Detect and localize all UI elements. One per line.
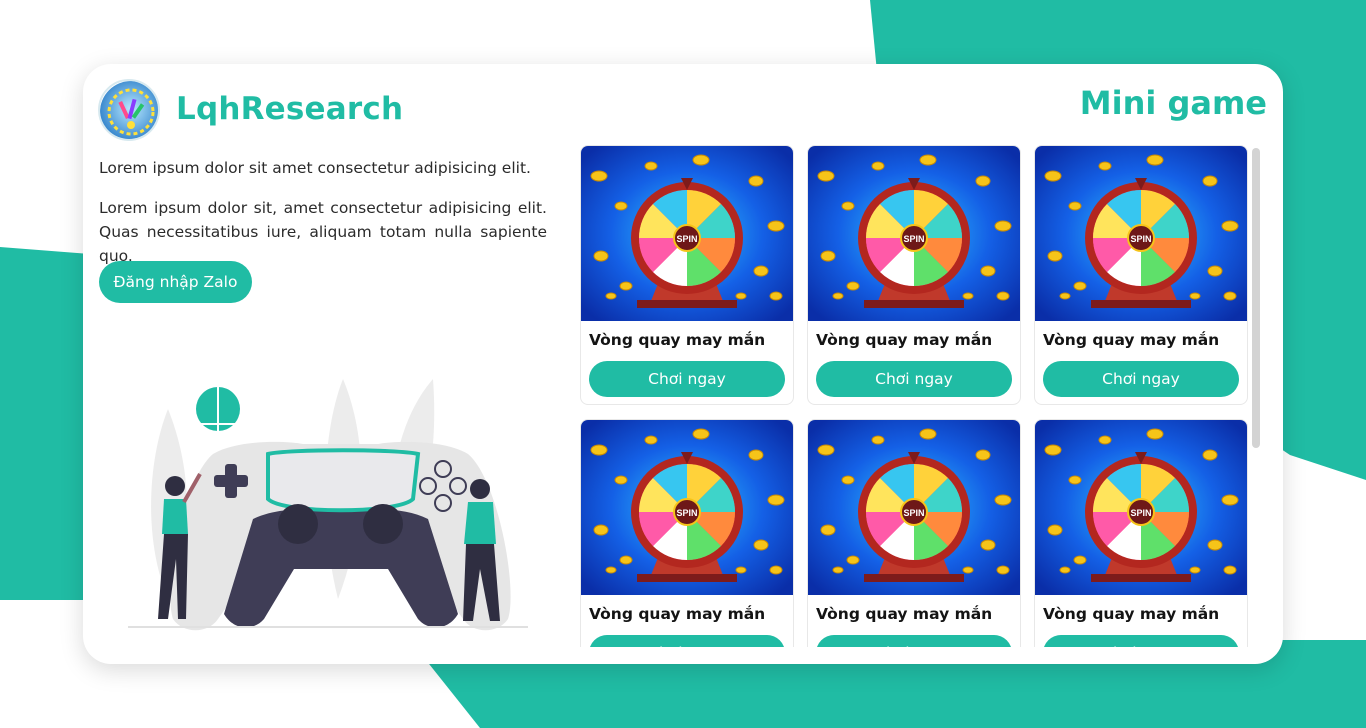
spin-label: SPIN bbox=[676, 234, 697, 244]
lucky-spin-wheel-icon: SPIN bbox=[808, 146, 1020, 321]
spin-label: SPIN bbox=[903, 508, 924, 518]
intro-paragraph-2: Lorem ipsum dolor sit, amet consectetur … bbox=[99, 199, 547, 265]
brand-name: LqhResearch bbox=[176, 91, 404, 127]
play-now-button[interactable]: Chơi ngay bbox=[1043, 361, 1239, 397]
game-title: Vòng quay may mắn bbox=[1043, 331, 1220, 349]
game-title: Vòng quay may mắn bbox=[589, 605, 766, 623]
play-now-button[interactable]: Chơi ngay bbox=[589, 635, 785, 647]
game-card-2: SPIN Vòng quay may mắn Chơi ngay bbox=[807, 145, 1021, 405]
games-scroll-area[interactable]: SPIN Vòng quay may mắn Chơi ngay SPIN Vò… bbox=[578, 143, 1250, 647]
spin-label: SPIN bbox=[1130, 508, 1151, 518]
play-now-button[interactable]: Chơi ngay bbox=[816, 361, 1012, 397]
lqhresearch-logo-icon bbox=[100, 81, 158, 139]
gamers-with-controller-illustration bbox=[128, 379, 528, 631]
game-card-1: SPIN Vòng quay may mắn Chơi ngay bbox=[580, 145, 794, 405]
intro-paragraph-1: Lorem ipsum dolor sit amet consectetur a… bbox=[99, 159, 531, 177]
main-card: LqhResearch Mini game Lorem ipsum dolor … bbox=[83, 64, 1283, 664]
spin-label: SPIN bbox=[903, 234, 924, 244]
play-now-button[interactable]: Chơi ngay bbox=[816, 635, 1012, 647]
game-title: Vòng quay may mắn bbox=[1043, 605, 1220, 623]
game-title: Vòng quay may mắn bbox=[589, 331, 766, 349]
lucky-spin-wheel-icon: SPIN bbox=[1035, 420, 1247, 595]
game-card-6: SPIN Vòng quay may mắn Chơi ngay bbox=[1034, 419, 1248, 647]
lucky-spin-wheel-icon: SPIN bbox=[581, 146, 793, 321]
brand-logo[interactable] bbox=[98, 79, 160, 141]
game-card-5: SPIN Vòng quay may mắn Chơi ngay bbox=[807, 419, 1021, 647]
scrollbar-thumb[interactable] bbox=[1252, 148, 1260, 448]
spin-label: SPIN bbox=[1130, 234, 1151, 244]
spin-label: SPIN bbox=[676, 508, 697, 518]
page-title: Mini game bbox=[1079, 84, 1267, 122]
play-now-button[interactable]: Chơi ngay bbox=[1043, 635, 1239, 647]
game-card-3: SPIN Vòng quay may mắn Chơi ngay bbox=[1034, 145, 1248, 405]
lucky-spin-wheel-icon: SPIN bbox=[808, 420, 1020, 595]
lucky-spin-wheel-icon: SPIN bbox=[1035, 146, 1247, 321]
lucky-spin-wheel-icon: SPIN bbox=[581, 420, 793, 595]
zalo-login-button[interactable]: Đăng nhập Zalo bbox=[99, 261, 252, 303]
game-title: Vòng quay may mắn bbox=[816, 331, 993, 349]
game-title: Vòng quay may mắn bbox=[816, 605, 993, 623]
play-now-button[interactable]: Chơi ngay bbox=[589, 361, 785, 397]
games-grid: SPIN Vòng quay may mắn Chơi ngay SPIN Vò… bbox=[578, 143, 1250, 647]
game-card-4: SPIN Vòng quay may mắn Chơi ngay bbox=[580, 419, 794, 647]
